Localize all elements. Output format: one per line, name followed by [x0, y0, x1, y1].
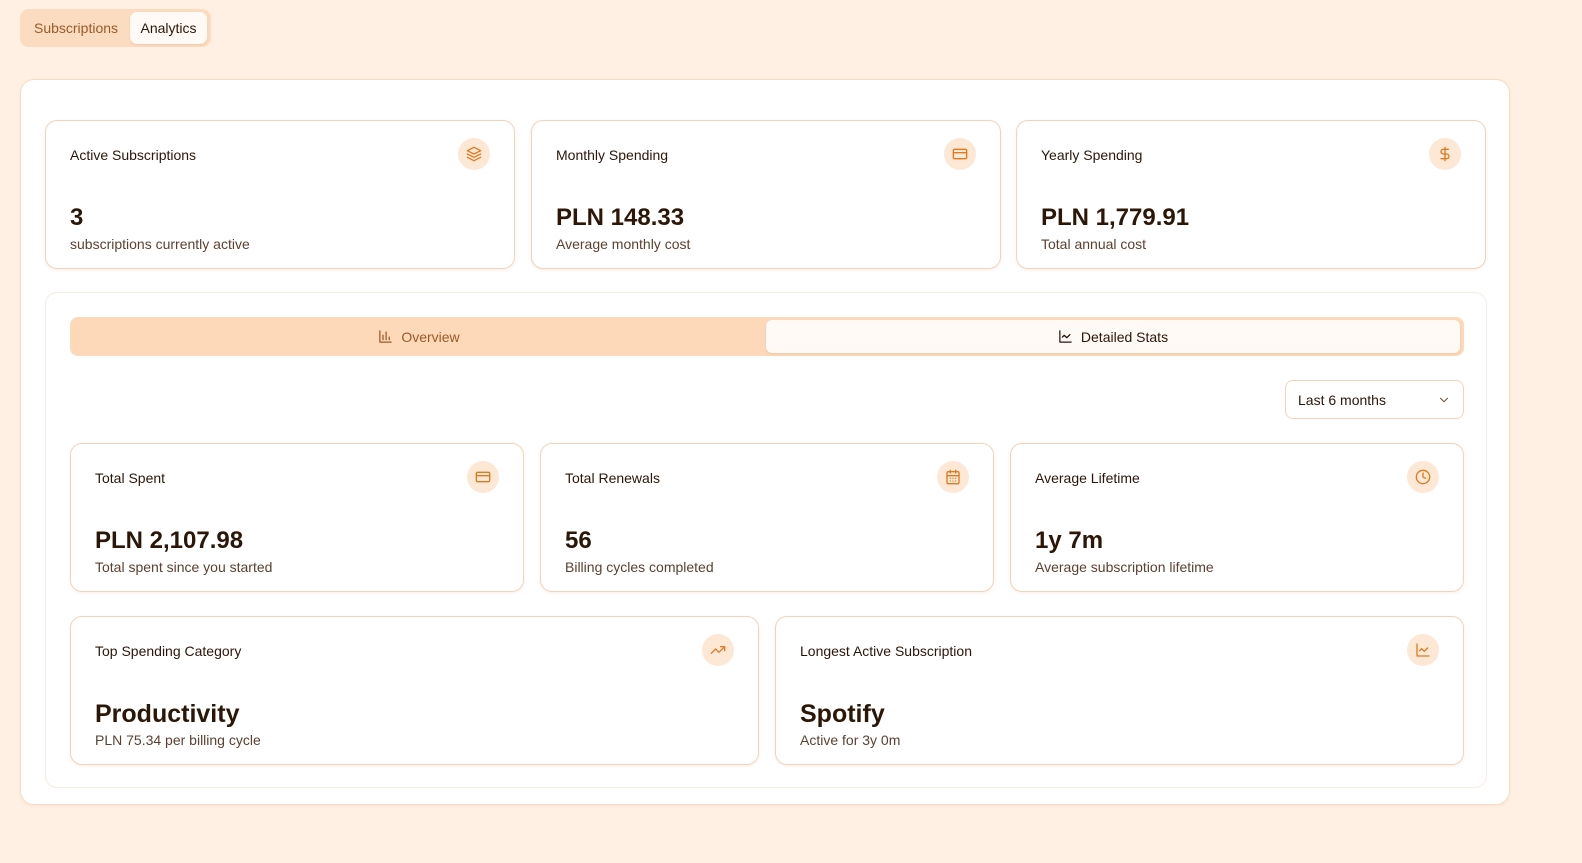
card-value: 1y 7m [1035, 527, 1104, 554]
card-caption: PLN 75.34 per billing cycle [95, 732, 261, 748]
bar-chart-icon [379, 330, 393, 343]
card-title: Monthly Spending [556, 147, 669, 163]
period-select-value: Last 6 months [1298, 391, 1386, 408]
card-caption: Total annual cost [1041, 236, 1147, 252]
card-value: 3 [70, 204, 84, 231]
card-value: PLN 148.33 [556, 204, 685, 231]
yearly-spending-card: Yearly Spending PLN 1,779.91 Total annua… [1016, 120, 1486, 269]
active-subscriptions-card: Active Subscriptions 3 subscriptions cur… [45, 120, 515, 269]
card-value: Productivity [95, 700, 240, 728]
calendar-icon [937, 461, 969, 493]
card-title: Top Spending Category [95, 643, 242, 659]
line-chart-icon [1407, 634, 1439, 666]
card-title: Longest Active Subscription [800, 643, 972, 659]
dollar-icon [1429, 138, 1461, 170]
card-caption: Average monthly cost [556, 236, 691, 252]
card-caption: Billing cycles completed [565, 559, 714, 575]
analytics-panel: Active Subscriptions 3 subscriptions cur… [20, 79, 1510, 805]
longest-active-subscription-card: Longest Active Subscription Spotify Acti… [775, 616, 1464, 765]
average-lifetime-card: Average Lifetime 1y 7m Average subscript… [1010, 443, 1464, 592]
card-value: 56 [565, 527, 592, 554]
card-caption: Active for 3y 0m [800, 732, 901, 748]
total-spent-card: Total Spent PLN 2,107.98 Total spent sin… [70, 443, 524, 592]
layers-icon [458, 138, 490, 170]
card-title: Active Subscriptions [70, 147, 197, 163]
total-renewals-card: Total Renewals 56 Billing cycles complet… [540, 443, 994, 592]
card-title: Average Lifetime [1035, 470, 1140, 486]
tab-overview[interactable]: Overview [73, 320, 765, 353]
period-select[interactable]: Last 6 months [1285, 380, 1464, 419]
trending-up-icon [702, 634, 734, 666]
clock-icon [1407, 461, 1439, 493]
top-spending-category-card: Top Spending Category Productivity PLN 7… [70, 616, 759, 765]
card-caption: Average subscription lifetime [1035, 559, 1214, 575]
tab-analytics[interactable]: Analytics [130, 12, 207, 44]
tab-subscriptions[interactable]: Subscriptions [23, 12, 129, 44]
card-caption: Total spent since you started [95, 559, 273, 575]
card-title: Total Renewals [565, 470, 660, 486]
view-tabs: Overview Detailed Stats [70, 317, 1464, 356]
card-caption: subscriptions currently active [70, 236, 250, 252]
card-title: Total Spent [95, 470, 166, 486]
credit-card-icon [944, 138, 976, 170]
main-tabs: Subscriptions Analytics [20, 9, 211, 47]
tab-overview-label: Overview [401, 328, 460, 345]
card-value: PLN 1,779.91 [1041, 204, 1190, 231]
card-value: PLN 2,107.98 [95, 527, 244, 554]
stats-panel: Overview Detailed Stats Last 6 months To… [45, 292, 1487, 788]
chevron-down-icon [1439, 397, 1449, 403]
card-title: Yearly Spending [1041, 147, 1143, 163]
card-value: Spotify [800, 700, 885, 728]
line-chart-icon [1059, 330, 1072, 343]
tab-detailed-stats[interactable]: Detailed Stats [766, 320, 1460, 353]
monthly-spending-card: Monthly Spending PLN 148.33 Average mont… [531, 120, 1001, 269]
tab-detailed-stats-label: Detailed Stats [1080, 328, 1169, 345]
credit-card-icon [467, 461, 499, 493]
